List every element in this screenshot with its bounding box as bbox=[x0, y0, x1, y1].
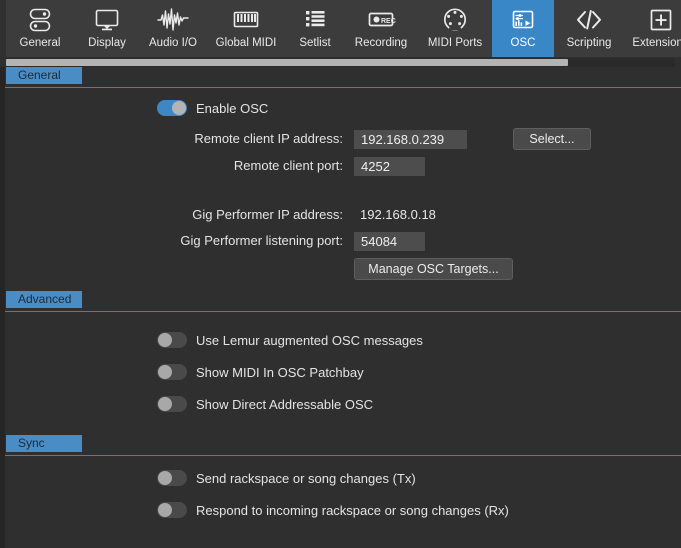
enable-osc-row: Enable OSC bbox=[157, 100, 268, 116]
section-general-title: General bbox=[6, 67, 82, 84]
send-changes-row: Send rackspace or song changes (Tx) bbox=[157, 470, 416, 486]
section-sync-rule bbox=[5, 455, 681, 456]
section-general: General bbox=[0, 67, 681, 88]
remote-client-ip-label: Remote client IP address: bbox=[194, 131, 343, 146]
servers-icon bbox=[27, 5, 53, 35]
remote-client-port-input[interactable] bbox=[354, 157, 425, 176]
section-sync-header: Sync bbox=[0, 435, 681, 456]
horizontal-scrollbar-thumb[interactable] bbox=[6, 59, 568, 66]
tab-global-midi-label: Global MIDI bbox=[215, 37, 277, 49]
midi-din-icon bbox=[440, 5, 470, 35]
list-icon bbox=[302, 5, 328, 35]
code-brackets-icon bbox=[574, 5, 604, 35]
tab-display-label: Display bbox=[88, 37, 126, 49]
horizontal-scrollbar[interactable] bbox=[6, 58, 675, 67]
tab-setlist-label: Setlist bbox=[299, 37, 331, 49]
select-button[interactable]: Select... bbox=[513, 128, 591, 150]
tab-general-label: General bbox=[19, 37, 61, 49]
gig-performer-port-label: Gig Performer listening port: bbox=[180, 233, 343, 248]
midi-in-patchbay-row: Show MIDI In OSC Patchbay bbox=[157, 364, 364, 380]
tab-midi-ports[interactable]: MIDI Ports bbox=[418, 0, 492, 57]
respond-changes-row: Respond to incoming rackspace or song ch… bbox=[157, 502, 509, 518]
tab-scripting-label: Scripting bbox=[566, 37, 612, 49]
tab-global-midi[interactable]: Global MIDI bbox=[206, 0, 286, 57]
svg-text:REC: REC bbox=[381, 18, 396, 25]
remote-client-ip-input[interactable] bbox=[354, 130, 467, 149]
use-lemur-toggle[interactable] bbox=[157, 332, 187, 348]
lemur-osc-row: Use Lemur augmented OSC messages bbox=[157, 332, 423, 348]
tab-midi-ports-label: MIDI Ports bbox=[427, 37, 483, 49]
waveform-icon bbox=[157, 5, 189, 35]
tab-scripting[interactable]: Scripting bbox=[554, 0, 624, 57]
show-midi-in-patchbay-label: Show MIDI In OSC Patchbay bbox=[196, 364, 364, 380]
tab-display[interactable]: Display bbox=[74, 0, 140, 57]
remote-client-port-label: Remote client port: bbox=[233, 158, 343, 173]
show-direct-addressable-osc-toggle[interactable] bbox=[157, 396, 187, 412]
osc-preferences-window: General Display Audio I/O Global MIDI Se… bbox=[0, 0, 681, 548]
send-rackspace-changes-toggle-knob bbox=[158, 471, 172, 485]
tab-osc[interactable]: OSC bbox=[492, 0, 554, 57]
show-direct-addressable-osc-toggle-knob bbox=[158, 397, 172, 411]
respond-rackspace-changes-label: Respond to incoming rackspace or song ch… bbox=[196, 502, 509, 518]
monitor-icon bbox=[94, 5, 120, 35]
piano-keys-icon bbox=[231, 5, 261, 35]
tab-extensions[interactable]: Extensions bbox=[624, 0, 681, 57]
preferences-toolbar: General Display Audio I/O Global MIDI Se… bbox=[0, 0, 681, 57]
section-advanced-title: Advanced bbox=[6, 291, 82, 308]
send-rackspace-changes-toggle[interactable] bbox=[157, 470, 187, 486]
tab-general[interactable]: General bbox=[6, 0, 74, 57]
use-lemur-label: Use Lemur augmented OSC messages bbox=[196, 332, 423, 348]
manage-osc-targets-button[interactable]: Manage OSC Targets... bbox=[354, 258, 513, 280]
tab-recording-label: Recording bbox=[354, 37, 408, 49]
gig-performer-ip-label: Gig Performer IP address: bbox=[192, 207, 343, 222]
section-sync: Sync bbox=[0, 435, 681, 456]
preferences-content: General Enable OSC Remote client IP addr… bbox=[0, 67, 681, 548]
direct-addressable-osc-row: Show Direct Addressable OSC bbox=[157, 396, 373, 412]
tab-audio-io-label: Audio I/O bbox=[149, 37, 197, 49]
show-midi-in-patchbay-toggle-knob bbox=[158, 365, 172, 379]
tab-audio-io[interactable]: Audio I/O bbox=[140, 0, 206, 57]
osc-panel-icon bbox=[509, 5, 537, 35]
send-rackspace-changes-label: Send rackspace or song changes (Tx) bbox=[196, 470, 416, 486]
gig-performer-ip-value: 192.168.0.18 bbox=[360, 207, 436, 222]
respond-rackspace-changes-toggle-knob bbox=[158, 503, 172, 517]
tab-osc-label: OSC bbox=[510, 37, 536, 49]
section-advanced-rule bbox=[5, 311, 681, 312]
gig-performer-port-input[interactable] bbox=[354, 232, 425, 251]
enable-osc-label: Enable OSC bbox=[196, 100, 269, 116]
enable-osc-toggle-knob bbox=[172, 101, 186, 115]
enable-osc-toggle[interactable] bbox=[157, 100, 187, 116]
show-direct-addressable-osc-label: Show Direct Addressable OSC bbox=[196, 396, 374, 412]
section-sync-title: Sync bbox=[6, 435, 82, 452]
section-advanced-header: Advanced bbox=[0, 291, 681, 312]
tab-recording[interactable]: REC Recording bbox=[344, 0, 418, 57]
show-midi-in-patchbay-toggle[interactable] bbox=[157, 364, 187, 380]
section-advanced: Advanced bbox=[0, 291, 681, 312]
section-general-header: General bbox=[0, 67, 681, 88]
plus-box-icon bbox=[647, 5, 675, 35]
tab-extensions-label: Extensions bbox=[632, 37, 681, 49]
rec-button-icon: REC bbox=[364, 5, 398, 35]
tab-setlist[interactable]: Setlist bbox=[286, 0, 344, 57]
use-lemur-toggle-knob bbox=[158, 333, 172, 347]
section-general-rule bbox=[5, 87, 681, 88]
respond-rackspace-changes-toggle[interactable] bbox=[157, 502, 187, 518]
